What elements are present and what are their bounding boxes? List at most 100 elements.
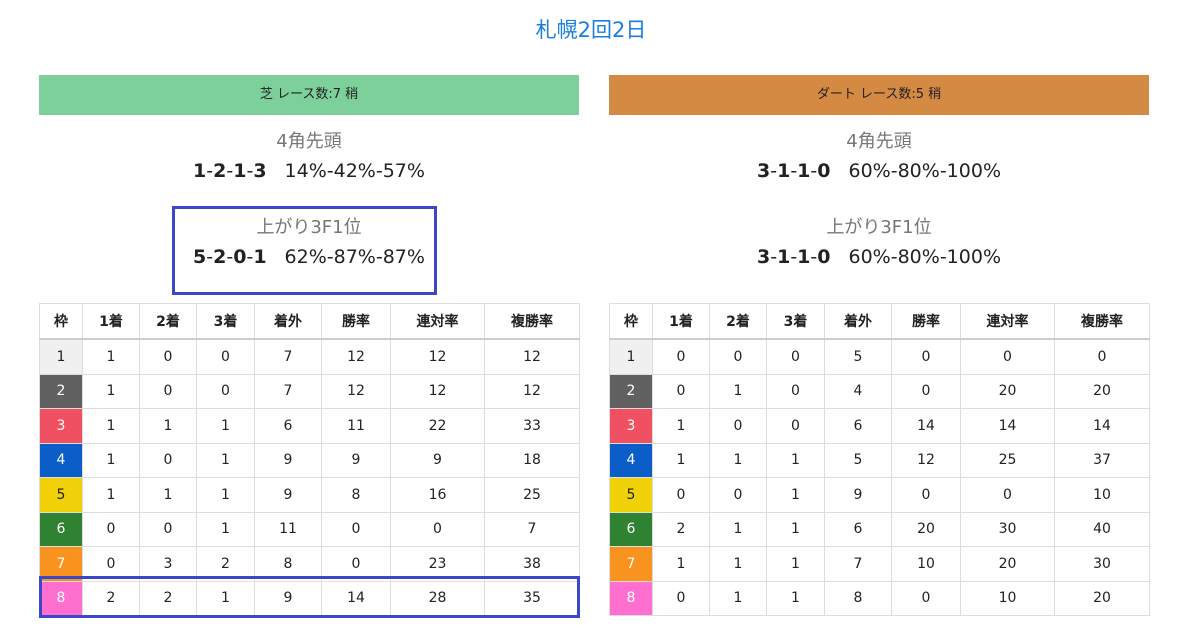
- table-cell: 11: [321, 408, 391, 444]
- dirt-corner4-line: 3-1-1-0 60%-80%-100%: [609, 155, 1149, 187]
- waku-number-badge: 6: [39, 511, 83, 547]
- table-cell: 40: [1054, 511, 1150, 547]
- table-cell: 1: [82, 442, 140, 478]
- table-cell: 6: [824, 511, 892, 547]
- table-cell: 8: [824, 580, 892, 616]
- table-cell: 2: [196, 546, 255, 582]
- table-cell: 1: [196, 511, 255, 547]
- waku-number-badge: 8: [39, 580, 83, 616]
- table-cell: 0: [652, 477, 710, 513]
- table-cell: 1: [766, 442, 825, 478]
- waku-number-badge: 6: [609, 511, 653, 547]
- table-cell: 8: [321, 477, 391, 513]
- table-cell: 0: [390, 511, 485, 547]
- table-cell: 20: [1054, 373, 1150, 409]
- column-header: 勝率: [321, 303, 391, 340]
- column-header: 着外: [254, 303, 322, 340]
- waku-number-badge: 5: [39, 477, 83, 513]
- turf-last3f-line: 5-2-0-1 62%-87%-87%: [39, 241, 579, 273]
- dirt-last3f-rates: 60%-80%-100%: [848, 246, 1002, 268]
- table-cell: 1: [196, 580, 255, 616]
- waku-number-badge: 5: [609, 477, 653, 513]
- table-cell: 14: [960, 408, 1055, 444]
- table-cell: 9: [321, 442, 391, 478]
- table-cell: 14: [1054, 408, 1150, 444]
- turf-stats-table: 枠 1着 2着 3着 着外 勝率 連対率 複勝率 1 1 0 0 7 12 12 12 2 1 0 0 7 12 12 12…: [39, 303, 580, 616]
- table-cell: 6: [254, 408, 322, 444]
- table-cell: 1: [709, 373, 767, 409]
- table-row: 4 1 0 1 9 9 9 18: [39, 442, 580, 478]
- dirt-table-body: 1 0 0 0 5 0 0 0 2 0 1 0 4 0 20 20 3 1 0 0 6 14 14 14 4 1 1 1 5 12 25 37…: [609, 338, 1150, 616]
- table-cell: 20: [891, 511, 961, 547]
- table-cell: 9: [824, 477, 892, 513]
- turf-last3f-label: 上がり3F1位: [256, 217, 362, 238]
- table-cell: 0: [196, 338, 255, 375]
- table-cell: 12: [390, 338, 485, 375]
- table-header-row: 枠 1着 2着 3着 着外 勝率 連対率 複勝率: [39, 303, 580, 340]
- table-row: 7 1 1 1 7 10 20 30: [609, 546, 1150, 582]
- dirt-corner4-rates: 60%-80%-100%: [848, 160, 1002, 182]
- table-cell: 0: [321, 511, 391, 547]
- table-cell: 8: [254, 546, 322, 582]
- table-cell: 14: [321, 580, 391, 616]
- table-cell: 20: [960, 546, 1055, 582]
- dirt-last3f-line: 3-1-1-0 60%-80%-100%: [609, 241, 1149, 273]
- table-cell: 1: [709, 511, 767, 547]
- table-row: 5 0 0 1 9 0 0 10: [609, 477, 1150, 513]
- table-cell: 0: [139, 511, 197, 547]
- table-cell: 10: [891, 546, 961, 582]
- table-cell: 7: [824, 546, 892, 582]
- table-cell: 7: [254, 338, 322, 375]
- table-cell: 12: [390, 373, 485, 409]
- table-cell: 2: [652, 511, 710, 547]
- page-title: 札幌2回2日: [535, 18, 647, 42]
- column-header: 1着: [82, 303, 140, 340]
- waku-number-badge: 2: [609, 373, 653, 409]
- table-row: 8 0 1 1 8 0 10 20: [609, 580, 1150, 616]
- table-cell: 0: [652, 373, 710, 409]
- dirt-last3f-block: 上がり3F1位 3-1-1-0 60%-80%-100%: [609, 215, 1149, 273]
- table-cell: 30: [1054, 546, 1150, 582]
- dirt-corner4-block: 4角先頭 3-1-1-0 60%-80%-100%: [609, 129, 1149, 187]
- column-header: 3着: [766, 303, 825, 340]
- table-cell: 1: [766, 580, 825, 616]
- column-header: 複勝率: [1054, 303, 1150, 340]
- table-cell: 5: [824, 442, 892, 478]
- table-cell: 1: [709, 442, 767, 478]
- table-header-row: 枠 1着 2着 3着 着外 勝率 連対率 複勝率: [609, 303, 1150, 340]
- turf-last3f-rates: 62%-87%-87%: [284, 246, 425, 268]
- table-cell: 9: [254, 442, 322, 478]
- table-cell: 9: [254, 580, 322, 616]
- column-header: 2着: [709, 303, 767, 340]
- table-cell: 0: [960, 338, 1055, 375]
- table-cell: 22: [390, 408, 485, 444]
- column-header: 連対率: [960, 303, 1055, 340]
- table-cell: 28: [390, 580, 485, 616]
- table-cell: 18: [484, 442, 580, 478]
- turf-panel: 芝 レース数:7 稍 4角先頭 1-2-1-3 14%-42%-57% 上がり3F…: [39, 75, 580, 618]
- table-cell: 1: [196, 477, 255, 513]
- dirt-header: ダート レース数:5 稍: [609, 75, 1149, 115]
- column-header: 1着: [652, 303, 710, 340]
- table-cell: 5: [824, 338, 892, 375]
- table-cell: 10: [1054, 477, 1150, 513]
- table-row: 1 1 0 0 7 12 12 12: [39, 338, 580, 375]
- table-cell: 35: [484, 580, 580, 616]
- table-row: 5 1 1 1 9 8 16 25: [39, 477, 580, 513]
- table-cell: 1: [652, 408, 710, 444]
- table-cell: 7: [254, 373, 322, 409]
- waku-number-badge: 4: [609, 442, 653, 478]
- table-cell: 0: [766, 408, 825, 444]
- table-cell: 23: [390, 546, 485, 582]
- column-header: 勝率: [891, 303, 961, 340]
- waku-number-badge: 3: [609, 408, 653, 444]
- table-cell: 16: [390, 477, 485, 513]
- table-cell: 1: [652, 442, 710, 478]
- table-row: 8 2 2 1 9 14 28 35: [39, 580, 580, 616]
- table-cell: 4: [824, 373, 892, 409]
- table-row: 3 1 1 1 6 11 22 33: [39, 408, 580, 444]
- table-cell: 1: [196, 408, 255, 444]
- waku-number-badge: 1: [609, 338, 653, 375]
- table-cell: 0: [709, 338, 767, 375]
- table-cell: 11: [254, 511, 322, 547]
